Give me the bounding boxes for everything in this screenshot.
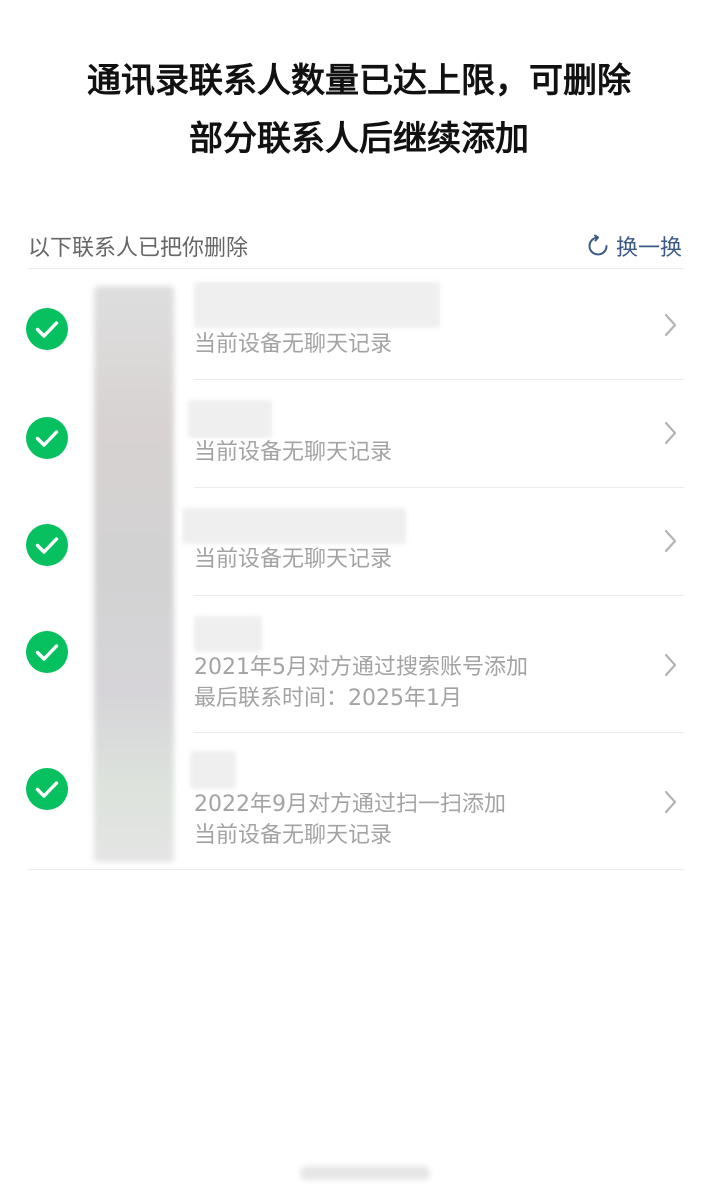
refresh-icon: [588, 234, 608, 256]
contact-detail-line: 当前设备无聊天记录: [194, 823, 393, 848]
check-circle-icon[interactable]: [26, 768, 68, 810]
contact-name-redacted: [182, 508, 406, 544]
contact-detail-line: 当前设备无聊天记录: [194, 547, 393, 572]
contact-detail: 当前设备无聊天记录: [194, 329, 392, 360]
bottom-button-redacted: [300, 1166, 430, 1180]
section-label: 以下联系人已把你删除: [28, 236, 249, 261]
chevron-right-icon[interactable]: [660, 310, 680, 340]
check-circle-icon[interactable]: [26, 524, 68, 566]
contact-detail: 2021年5月对方通过搜索账号添加 最后联系时间：2025年1月: [194, 652, 528, 714]
chevron-right-icon[interactable]: [660, 650, 680, 680]
contact-name-redacted: [194, 616, 262, 652]
check-circle-icon[interactable]: [26, 308, 68, 350]
dialog-title-line-1: 通讯录联系人数量已达上限，可删除: [87, 61, 631, 101]
contact-row[interactable]: 2021年5月对方通过搜索账号添加 最后联系时间：2025年1月: [0, 596, 718, 733]
chevron-right-icon[interactable]: [660, 787, 680, 817]
refresh-label: 换一换: [615, 236, 682, 261]
contact-detail-line: 当前设备无聊天记录: [194, 332, 393, 357]
check-circle-icon[interactable]: [26, 417, 68, 459]
contact-detail: 当前设备无聊天记录: [194, 437, 392, 468]
contact-name-redacted: [194, 282, 440, 328]
chevron-right-icon[interactable]: [660, 418, 680, 448]
contact-detail-line: 当前设备无聊天记录: [194, 440, 393, 465]
contact-detail-line: 2022年9月对方通过扫一扫添加: [194, 792, 506, 817]
check-circle-icon[interactable]: [26, 631, 68, 673]
dialog-title: 通讯录联系人数量已达上限，可删除 部分联系人后继续添加: [0, 52, 718, 168]
section-header: 以下联系人已把你删除 换一换: [28, 226, 684, 269]
refresh-button[interactable]: 换一换: [586, 230, 682, 262]
contact-row[interactable]: 2022年9月对方通过扫一扫添加 当前设备无聊天记录: [0, 733, 718, 868]
list-end-divider: [28, 869, 684, 870]
contact-row[interactable]: 当前设备无聊天记录: [0, 488, 718, 596]
chevron-right-icon[interactable]: [660, 526, 680, 556]
contact-row[interactable]: 当前设备无聊天记录: [0, 268, 718, 380]
contact-detail-line: 2021年5月对方通过搜索账号添加: [194, 655, 528, 680]
dialog-title-line-2: 部分联系人后继续添加: [189, 119, 529, 159]
contact-detail-line: 最后联系时间：2025年1月: [194, 686, 462, 711]
contact-name-redacted: [190, 751, 236, 789]
contact-detail: 2022年9月对方通过扫一扫添加 当前设备无聊天记录: [194, 789, 506, 851]
contact-name-redacted: [188, 400, 272, 438]
contact-detail: 当前设备无聊天记录: [194, 544, 392, 575]
contact-row[interactable]: 当前设备无聊天记录: [0, 380, 718, 488]
